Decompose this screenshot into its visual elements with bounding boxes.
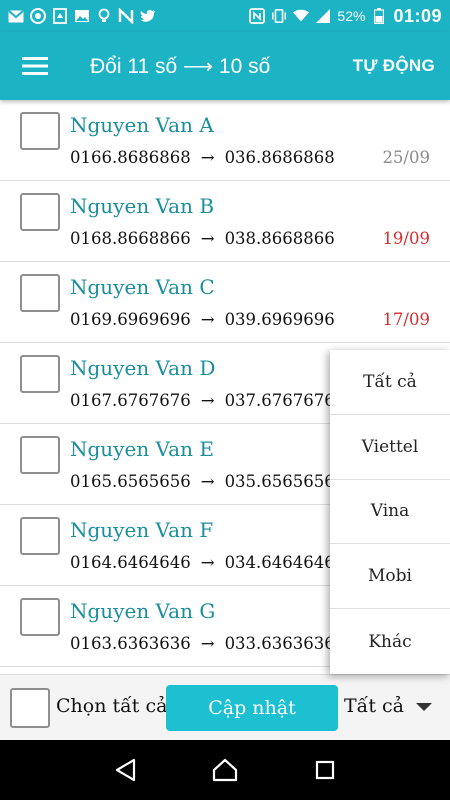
contact-name: Nguyen Van E [70,437,214,461]
battery-icon [371,8,387,24]
recents-icon [315,760,335,780]
row-date: 25/09 [382,148,430,167]
clock: 01:09 [393,5,442,26]
gmail-icon [8,8,24,24]
dropdown-arrow-icon [415,703,432,711]
dropdown-option-vina[interactable]: Vina [330,480,450,545]
new-number: 035.6565656 [224,472,335,491]
contact-name: Nguyen Van B [70,194,215,218]
old-number: 0167.6767676 [70,391,191,410]
arrow-icon: → [200,634,215,653]
new-number: 039.6969696 [224,310,335,329]
dropdown-option-other[interactable]: Khác [330,609,450,674]
home-button[interactable] [210,755,240,785]
new-number: 036.8686868 [224,148,335,167]
filter-value: Tất cả [344,695,404,717]
app-bar: Đổi 11 số ⟶ 10 số TỰ ĐỘNG [0,32,450,100]
arrow-icon: → [200,229,215,248]
dropdown-option-mobi[interactable]: Mobi [330,544,450,610]
select-all-label[interactable]: Chọn tất cả [56,695,167,717]
old-number: 0163.6363636 [70,634,191,653]
new-number: 038.8668866 [224,229,335,248]
number-change: 0168.8668866 → 038.8668866 [70,229,335,248]
row-checkbox[interactable] [20,193,60,231]
system-icons: 52% 01:09 [249,0,442,32]
old-number: 0164.6464646 [70,553,191,572]
old-number: 0169.6969696 [70,310,191,329]
row-checkbox[interactable] [20,274,60,312]
page-title: Đổi 11 số ⟶ 10 số [90,54,271,78]
number-change: 0164.6464646 → 034.6464646 [70,553,335,572]
row-checkbox[interactable] [20,355,60,393]
contact-name: Nguyen Van D [70,356,216,380]
bulb-icon [96,8,112,24]
contact-name: Nguyen Van C [70,275,215,299]
row-checkbox[interactable] [20,436,60,474]
image-icon [74,8,90,24]
row-checkbox[interactable] [20,517,60,555]
old-number: 0166.8686868 [70,148,191,167]
number-change: 0163.6363636 → 033.6363636 [70,634,335,653]
download-icon [52,8,68,24]
aperture-icon [30,8,46,24]
contact-name: Nguyen Van F [70,518,214,542]
row-checkbox[interactable] [20,598,60,636]
dropdown-option-all[interactable]: Tất cả [330,350,450,415]
carrier-dropdown-menu: Tất cả Viettel Vina Mobi Khác [330,350,450,674]
old-number: 0165.6565656 [70,472,191,491]
n-icon [118,8,134,24]
arrow-icon: → [200,148,215,167]
wifi-icon [293,8,310,24]
battery-percent: 52% [337,8,366,24]
update-button[interactable]: Cập nhật [166,685,338,731]
navigation-bar [0,740,450,800]
row-date: 17/09 [382,310,430,329]
row-date: 19/09 [382,229,430,248]
contact-name: Nguyen Van G [70,599,216,623]
back-icon [115,758,136,782]
menu-button[interactable] [0,32,70,100]
hamburger-menu-icon [22,57,48,75]
nfc-icon [249,8,266,24]
arrow-icon: → [200,472,215,491]
new-number: 033.6363636 [224,634,335,653]
auto-button[interactable]: TỰ ĐỘNG [353,32,435,100]
old-number: 0168.8668866 [70,229,191,248]
back-button[interactable] [110,755,140,785]
recents-button[interactable] [310,755,340,785]
carrier-filter-select[interactable]: Tất cả [344,695,432,717]
number-change: 0167.6767676 → 037.6767676 [70,391,335,410]
number-change: 0169.6969696 → 039.6969696 [70,310,335,329]
contact-row-c[interactable]: Nguyen Van C 0169.6969696 → 039.6969696 … [0,262,450,343]
status-bar: 52% 01:09 [0,0,450,32]
bottom-action-bar: Chọn tất cả Cập nhật Tất cả [0,674,450,740]
number-change: 0166.8686868 → 036.8686868 [70,148,335,167]
twitter-icon [140,8,156,24]
home-icon [212,758,238,782]
contact-row-a[interactable]: Nguyen Van A 0166.8686868 → 036.8686868 … [0,100,450,181]
row-checkbox[interactable] [20,112,60,150]
arrow-icon: → [200,553,215,572]
new-number: 037.6767676 [224,391,335,410]
number-change: 0165.6565656 → 035.6565656 [70,472,335,491]
notification-icons [0,8,156,24]
contact-row-b[interactable]: Nguyen Van B 0168.8668866 → 038.8668866 … [0,181,450,262]
arrow-icon: → [200,391,215,410]
signal-icon [315,8,331,24]
arrow-icon: → [200,310,215,329]
dropdown-option-viettel[interactable]: Viettel [330,415,450,480]
vibrate-icon [271,8,287,24]
contact-name: Nguyen Van A [70,113,214,137]
select-all-checkbox[interactable] [10,688,50,728]
new-number: 034.6464646 [224,553,335,572]
